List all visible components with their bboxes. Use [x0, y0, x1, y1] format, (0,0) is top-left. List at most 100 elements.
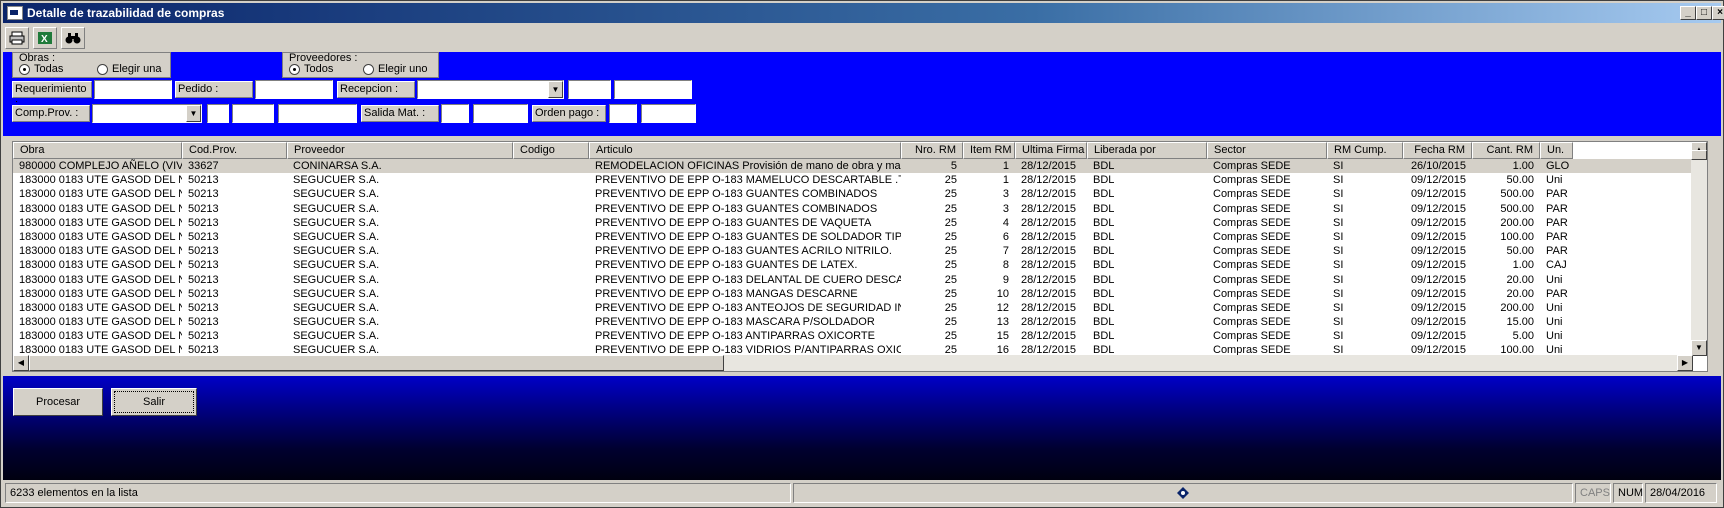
col-cant-rm-cell: 500.00: [1500, 202, 1534, 215]
procesar-button[interactable]: Procesar: [13, 388, 103, 416]
header-col-nro-rm[interactable]: Nro. RM: [901, 142, 963, 159]
header-col-fecha-rm[interactable]: Fecha RM: [1403, 142, 1472, 159]
scroll-down-icon[interactable]: ▼: [1691, 340, 1707, 356]
col-ultima-firma-cell: 28/12/2015: [1021, 174, 1077, 187]
close-button[interactable]: ×: [1712, 6, 1724, 20]
table-row[interactable]: 183000 0183 UTE GASOD DEL N... 50213 SEGUC…: [13, 301, 1693, 315]
requerimiento-input[interactable]: [94, 80, 172, 99]
col-cant-rm-cell: 200.00: [1500, 301, 1534, 314]
col-obra-cell: 183000 0183 UTE GASOD DEL N...: [19, 259, 182, 272]
col-obra-cell: 183000 0183 UTE GASOD DEL N...: [19, 301, 182, 314]
table-row[interactable]: 183000 0183 UTE GASOD DEL N... 50213 SEGUC…: [13, 230, 1693, 244]
proveedores-todos-radio[interactable]: Todos: [289, 63, 333, 75]
table-row[interactable]: 183000 0183 UTE GASOD DEL N... 50213 SEGUC…: [13, 258, 1693, 272]
table-row[interactable]: 183000 0183 UTE GASOD DEL N... 50213 SEGUC…: [13, 187, 1693, 201]
export-excel-button[interactable]: X: [33, 27, 57, 49]
search-button[interactable]: [61, 27, 85, 49]
comp-prov-combo[interactable]: ▼: [92, 104, 202, 123]
orden-pago-input-a[interactable]: [609, 104, 637, 123]
salir-button[interactable]: Salir: [111, 388, 197, 416]
vertical-scrollbar[interactable]: ▲ ▼: [1691, 142, 1707, 356]
col-un-cell: PAR: [1546, 287, 1568, 300]
col-ultima-firma-cell: 28/12/2015: [1021, 230, 1077, 243]
col-ultima-firma-cell: 28/12/2015: [1021, 188, 1077, 201]
header-col-un[interactable]: Un.: [1540, 142, 1573, 159]
col-cod-prov-cell: 50213: [188, 188, 219, 201]
header-col-proveedor[interactable]: Proveedor: [287, 142, 513, 159]
col-nro-rm-cell: 25: [944, 330, 957, 343]
salida-mat-input-b[interactable]: [473, 104, 528, 123]
col-rm-cump-cell: SI: [1333, 160, 1344, 172]
table-row[interactable]: 183000 0183 UTE GASOD DEL N... 50213 SEGUC…: [13, 173, 1693, 187]
horizontal-scrollbar[interactable]: ◀ ▶: [13, 355, 1693, 371]
table-row[interactable]: 183000 0183 UTE GASOD DEL N... 50213 SEGUC…: [13, 244, 1693, 258]
col-obra-cell: 183000 0183 UTE GASOD DEL N...: [19, 216, 182, 229]
col-codigo-cell: [513, 287, 589, 301]
col-cod-prov-cell: 50213: [188, 301, 219, 314]
table-row[interactable]: 183000 0183 UTE GASOD DEL N... 50213 SEGUC…: [13, 202, 1693, 216]
col-proveedor-cell: SEGUCUER S.A.: [293, 287, 380, 300]
col-item-rm-cell: 15: [996, 330, 1009, 343]
header-col-rm-cump[interactable]: RM Cump.: [1327, 142, 1403, 159]
salida-mat-input-a[interactable]: [441, 104, 469, 123]
col-cant-rm-cell: 20.00: [1506, 273, 1534, 286]
scroll-right-icon[interactable]: ▶: [1677, 355, 1693, 371]
hscroll-thumb[interactable]: [29, 355, 724, 371]
title-bar[interactable]: Detalle de trazabilidad de compras _ □ ×: [3, 3, 1724, 23]
col-liberada-por-cell: BDL: [1093, 273, 1115, 286]
print-button[interactable]: [5, 27, 29, 49]
recepcion-input-a[interactable]: [568, 80, 611, 99]
col-rm-cump-cell: SI: [1333, 174, 1344, 187]
col-liberada-por-cell: BDL: [1093, 259, 1115, 272]
col-obra-cell: 183000 0183 UTE GASOD DEL N...: [19, 245, 182, 258]
header-col-obra[interactable]: Obra: [13, 142, 182, 159]
scroll-thumb[interactable]: [1691, 150, 1707, 160]
header-col-cod-prov[interactable]: Cod.Prov.: [182, 142, 287, 159]
results-grid[interactable]: Obra Cod.Prov. Proveedor Codigo Articulo Nro.…: [12, 141, 1708, 372]
col-ultima-firma-cell: 28/12/2015: [1021, 216, 1077, 229]
header-col-sector[interactable]: Sector: [1207, 142, 1327, 159]
col-cant-rm-cell: 20.00: [1506, 287, 1534, 300]
chevron-down-icon[interactable]: ▼: [548, 81, 563, 98]
col-fecha-rm-cell: 09/12/2015: [1410, 273, 1466, 286]
scroll-left-icon[interactable]: ◀: [13, 355, 29, 371]
col-nro-rm-cell: 25: [944, 273, 957, 286]
header-col-codigo[interactable]: Codigo: [513, 142, 589, 159]
header-col-liberada-por[interactable]: Liberada por: [1087, 142, 1207, 159]
header-col-articulo[interactable]: Articulo: [589, 142, 901, 159]
col-cod-prov-cell: 50213: [188, 273, 219, 286]
recepcion-input-b[interactable]: [614, 80, 692, 99]
comp-prov-input-a[interactable]: [207, 104, 229, 123]
comp-prov-input-b[interactable]: [232, 104, 274, 123]
table-row[interactable]: 183000 0183 UTE GASOD DEL N... 50213 SEGUC…: [13, 315, 1693, 329]
recepcion-combo[interactable]: ▼: [417, 80, 564, 99]
obras-todas-label: Todas: [34, 63, 64, 75]
orden-pago-input-b[interactable]: [641, 104, 696, 123]
chevron-down-icon[interactable]: ▼: [186, 105, 201, 122]
table-row[interactable]: 183000 0183 UTE GASOD DEL N... 50213 SEGUC…: [13, 216, 1693, 230]
minimize-button[interactable]: _: [1680, 6, 1696, 20]
table-row[interactable]: 183000 0183 UTE GASOD DEL N... 50213 SEGUC…: [13, 329, 1693, 343]
table-row[interactable]: 183000 0183 UTE GASOD DEL N... 50213 SEGUC…: [13, 273, 1693, 287]
header-col-item-rm[interactable]: Item RM: [963, 142, 1015, 159]
obras-elegir-radio[interactable]: Elegir una: [97, 63, 162, 75]
header-col-cant-rm[interactable]: Cant. RM: [1472, 142, 1540, 159]
col-item-rm-cell: 3: [1002, 202, 1009, 215]
proveedores-todos-label: Todos: [304, 63, 334, 75]
comp-prov-input-c[interactable]: [278, 104, 357, 123]
col-fecha-rm-cell: 26/10/2015: [1410, 160, 1466, 172]
proveedores-elegir-radio[interactable]: Elegir uno: [363, 63, 428, 75]
col-obra-cell: 183000 0183 UTE GASOD DEL N...: [19, 287, 182, 300]
col-sector-cell: Compras SEDE: [1213, 273, 1291, 286]
obras-todas-radio[interactable]: Todas: [19, 63, 63, 75]
col-nro-rm-cell: 25: [944, 188, 957, 201]
maximize-button[interactable]: □: [1696, 6, 1712, 20]
comp-prov-label: Comp.Prov. :: [12, 105, 90, 122]
grid-rows[interactable]: 980000 COMPLEJO AÑELO (VIVI... 33627 CONIN…: [13, 159, 1693, 371]
col-liberada-por-cell: BDL: [1093, 160, 1115, 172]
table-row[interactable]: 183000 0183 UTE GASOD DEL N... 50213 SEGUC…: [13, 287, 1693, 301]
header-col-ultima-firma[interactable]: Ultima Firma: [1015, 142, 1087, 159]
pedido-input[interactable]: [255, 80, 333, 99]
col-cant-rm-cell: 1.00: [1512, 259, 1534, 272]
table-row[interactable]: 980000 COMPLEJO AÑELO (VIVI... 33627 CONIN…: [13, 159, 1693, 174]
